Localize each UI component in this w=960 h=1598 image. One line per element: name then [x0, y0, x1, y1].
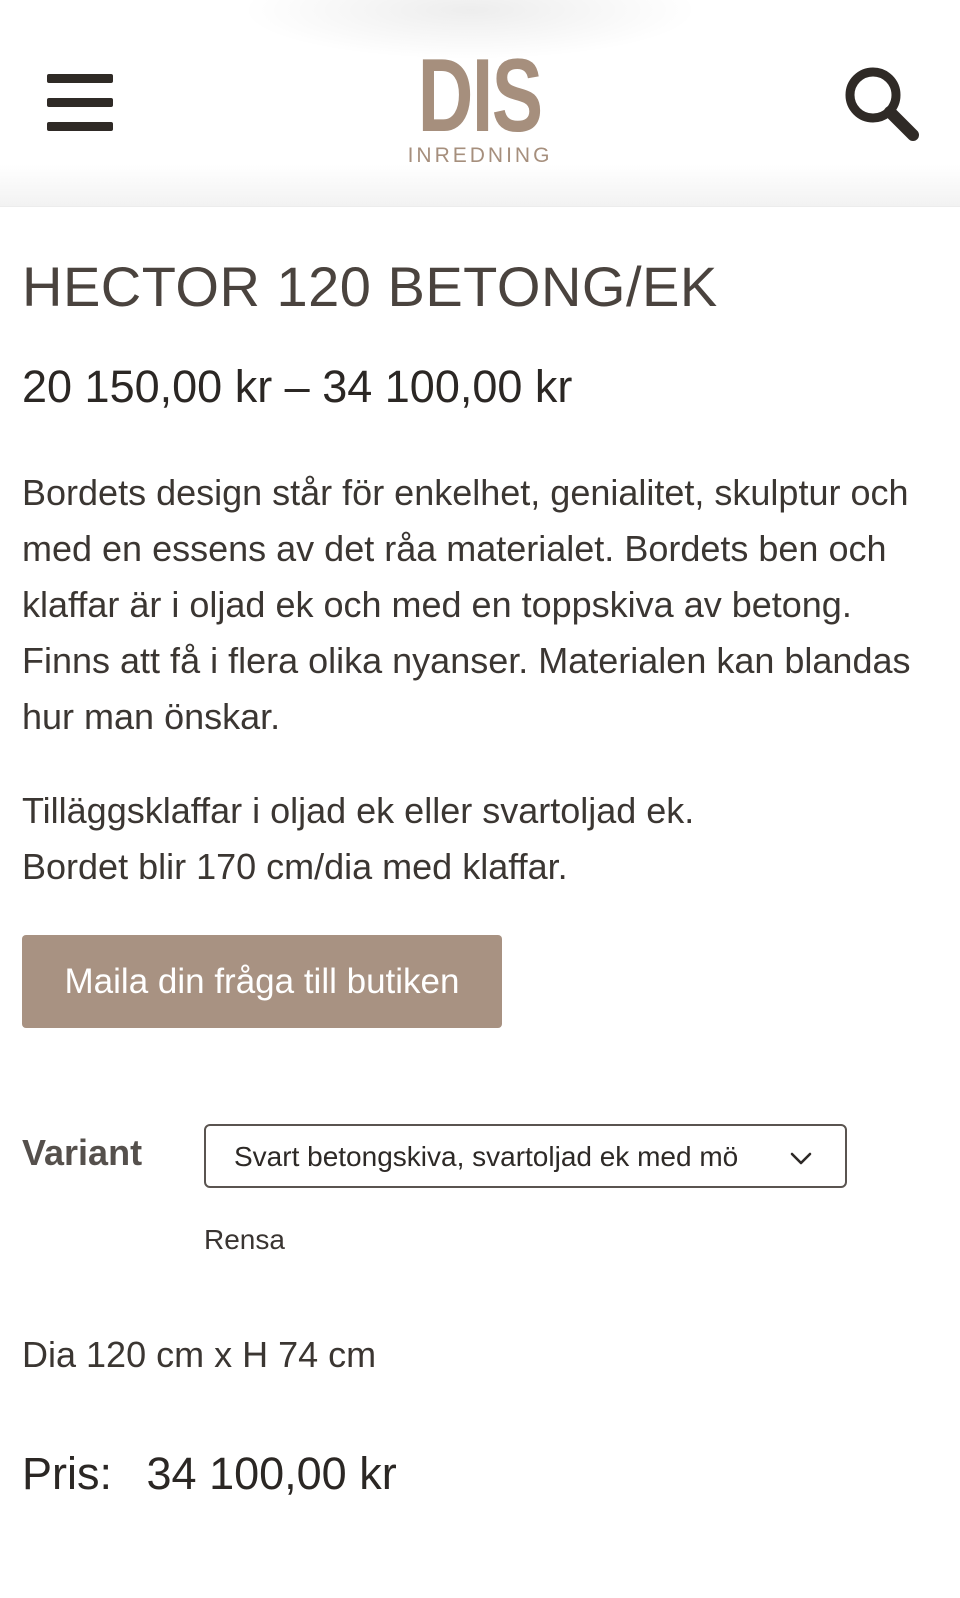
site-header: DIS INREDNING: [0, 0, 960, 207]
variant-selected-value: Svart betongskiva, svartoljad ek med mö: [234, 1141, 739, 1172]
price-label: Pris:: [22, 1448, 112, 1499]
extra-info-line: Tilläggsklaffar i oljad ek eller svartol…: [22, 790, 695, 831]
variant-label: Variant: [22, 1132, 143, 1173]
extra-info: Tilläggsklaffar i oljad ek eller svartol…: [22, 783, 938, 895]
logo[interactable]: DIS INREDNING: [0, 38, 960, 168]
product-description: Bordets design står för enkelhet, genial…: [22, 472, 911, 737]
product-title: HECTOR 120 BETONG/EK: [22, 255, 718, 318]
product-dimensions: Dia 120 cm x H 74 cm: [22, 1334, 377, 1375]
variant-row: Variant Svart betongskiva, svartoljad ek…: [22, 1124, 938, 1190]
variant-select[interactable]: Svart betongskiva, svartoljad ek med mö: [204, 1124, 847, 1188]
clear-variant-link[interactable]: Rensa: [204, 1224, 285, 1256]
logo-wordmark: DIS: [418, 38, 543, 154]
search-icon[interactable]: [843, 65, 923, 145]
product-content: HECTOR 120 BETONG/EK 20 150,00 kr – 34 1…: [0, 207, 960, 1500]
extra-info-line: Bordet blir 170 cm/dia med klaffar.: [22, 846, 568, 887]
price-value: 34 100,00 kr: [146, 1448, 397, 1499]
mail-question-button[interactable]: Maila din fråga till butiken: [22, 935, 502, 1028]
price-row: Pris: 34 100,00 kr: [22, 1448, 938, 1500]
chevron-down-icon: [790, 1152, 812, 1165]
price-range: 20 150,00 kr – 34 100,00 kr: [22, 361, 573, 412]
